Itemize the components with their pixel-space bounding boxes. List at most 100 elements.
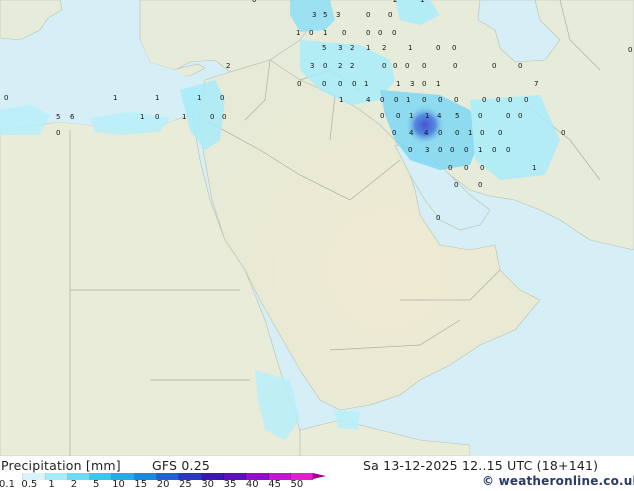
scale-tick-label: 40 xyxy=(245,479,259,490)
precip-value: 0 xyxy=(496,96,500,104)
precip-value: 1 xyxy=(140,113,144,121)
precip-value: 0 xyxy=(378,29,382,37)
precip-value: 0 xyxy=(394,96,398,104)
precip-value: 1 xyxy=(532,164,536,172)
precip-value: 3 xyxy=(336,11,340,19)
precip-value: 1 xyxy=(366,44,370,52)
scale-tick-label: 5 xyxy=(93,479,100,490)
precip-zone-yemen xyxy=(335,410,360,430)
precip-value: 1 xyxy=(182,113,186,121)
precip-value: 0 xyxy=(454,96,458,104)
precip-value: 2 xyxy=(338,62,342,70)
precip-value: 0 xyxy=(155,113,159,121)
precip-value: 3 xyxy=(410,80,414,88)
scale-tick-label: 10 xyxy=(112,479,125,490)
precip-value: 1 xyxy=(323,29,327,37)
scale-tick-label: 25 xyxy=(179,479,192,490)
precip-value: 0 xyxy=(450,146,454,154)
precip-value: 2 xyxy=(226,62,230,70)
precip-value: 0 xyxy=(508,96,512,104)
precip-value: 0 xyxy=(518,112,522,120)
scale-tick-label: 0.5 xyxy=(21,479,38,490)
precip-value: 3 xyxy=(310,62,314,70)
precip-value: 1 xyxy=(420,0,424,4)
precip-value: 0 xyxy=(561,129,565,137)
precip-value: 0 xyxy=(628,46,632,54)
site-credit[interactable]: © weatheronline.co.uk xyxy=(482,474,634,488)
precip-value: 1 xyxy=(396,80,400,88)
precip-value: 0 xyxy=(252,0,256,4)
precip-value: 0 xyxy=(338,80,342,88)
precip-value: 0 xyxy=(392,129,396,137)
precip-value: 1 xyxy=(197,94,201,102)
scale-tick-label: 50 xyxy=(290,479,304,490)
precip-value: 0 xyxy=(297,80,301,88)
precip-value: 1 xyxy=(113,94,117,102)
precip-value: 0 xyxy=(452,44,456,52)
precip-value: 0 xyxy=(448,164,452,172)
precip-value: 7 xyxy=(534,80,538,88)
legend-footer: Precipitation [mm] GFS 0.25 Sa 13-12-202… xyxy=(0,456,634,490)
scale-tick-label: 45 xyxy=(268,479,281,490)
precip-value: 0 xyxy=(342,29,346,37)
precip-value: 0 xyxy=(455,129,459,137)
precip-value: 0 xyxy=(480,129,484,137)
legend-title: Precipitation [mm] xyxy=(1,458,121,473)
precip-value: 0 xyxy=(388,11,392,19)
precip-value: 0 xyxy=(396,112,400,120)
precip-value: 1 xyxy=(364,80,368,88)
precip-value: 0 xyxy=(438,146,442,154)
precip-value: 4 xyxy=(437,112,442,120)
scale-tick-label: 15 xyxy=(134,479,148,490)
precip-value: 0 xyxy=(436,44,440,52)
precip-value: 0 xyxy=(392,29,396,37)
precip-value: 0 xyxy=(506,112,510,120)
precip-value: 0 xyxy=(438,129,442,137)
precip-value: 0 xyxy=(464,146,468,154)
precip-value: 0 xyxy=(380,96,384,104)
precip-value: 5 xyxy=(322,44,326,52)
precip-value: 0 xyxy=(366,11,370,19)
scale-tick-label: 35 xyxy=(223,479,237,490)
precip-value: 5 xyxy=(455,112,459,120)
scale-tick-label: 2 xyxy=(70,479,78,490)
precip-value: 1 xyxy=(468,129,472,137)
precip-value: 1 xyxy=(296,29,300,37)
scale-tick-label: 30 xyxy=(201,479,215,490)
precip-value: 0 xyxy=(422,80,426,88)
precip-value: 0 xyxy=(352,80,356,88)
precip-value: 0 xyxy=(492,146,496,154)
precip-value: 2 xyxy=(350,44,354,52)
scale-tick-label: 0.1 xyxy=(0,479,15,490)
precip-value: 0 xyxy=(518,62,522,70)
precip-value: 6 xyxy=(70,113,75,121)
precip-value: 0 xyxy=(393,62,397,70)
precip-value: 3 xyxy=(312,11,316,19)
precip-value: 1 xyxy=(409,112,413,120)
precip-value: 5 xyxy=(56,113,60,121)
precip-value: 2 xyxy=(350,62,354,70)
precip-value: 1 xyxy=(406,96,410,104)
scale-tick-label: 20 xyxy=(156,479,170,490)
precip-value: 0 xyxy=(454,181,458,189)
precip-value: 1 xyxy=(155,94,159,102)
precip-value: 0 xyxy=(323,62,327,70)
precip-value: 0 xyxy=(478,181,482,189)
precip-max-gulf xyxy=(405,105,445,145)
precip-value: 0 xyxy=(464,164,468,172)
precip-value: 3 xyxy=(425,146,429,154)
precip-value: 0 xyxy=(453,62,457,70)
precip-value: 0 xyxy=(366,29,370,37)
precip-value: 4 xyxy=(409,129,414,137)
precip-value: 0 xyxy=(436,214,440,222)
precip-value: 1 xyxy=(478,146,482,154)
precip-value: 0 xyxy=(322,80,326,88)
precip-value: 5 xyxy=(323,11,327,19)
precip-value: 0 xyxy=(408,146,412,154)
precip-value: 4 xyxy=(424,129,429,137)
precip-value: 4 xyxy=(366,96,371,104)
precip-value: 0 xyxy=(210,113,214,121)
precip-value: 0 xyxy=(380,112,384,120)
precip-value: 2 xyxy=(382,44,386,52)
precip-value: 3 xyxy=(338,44,342,52)
